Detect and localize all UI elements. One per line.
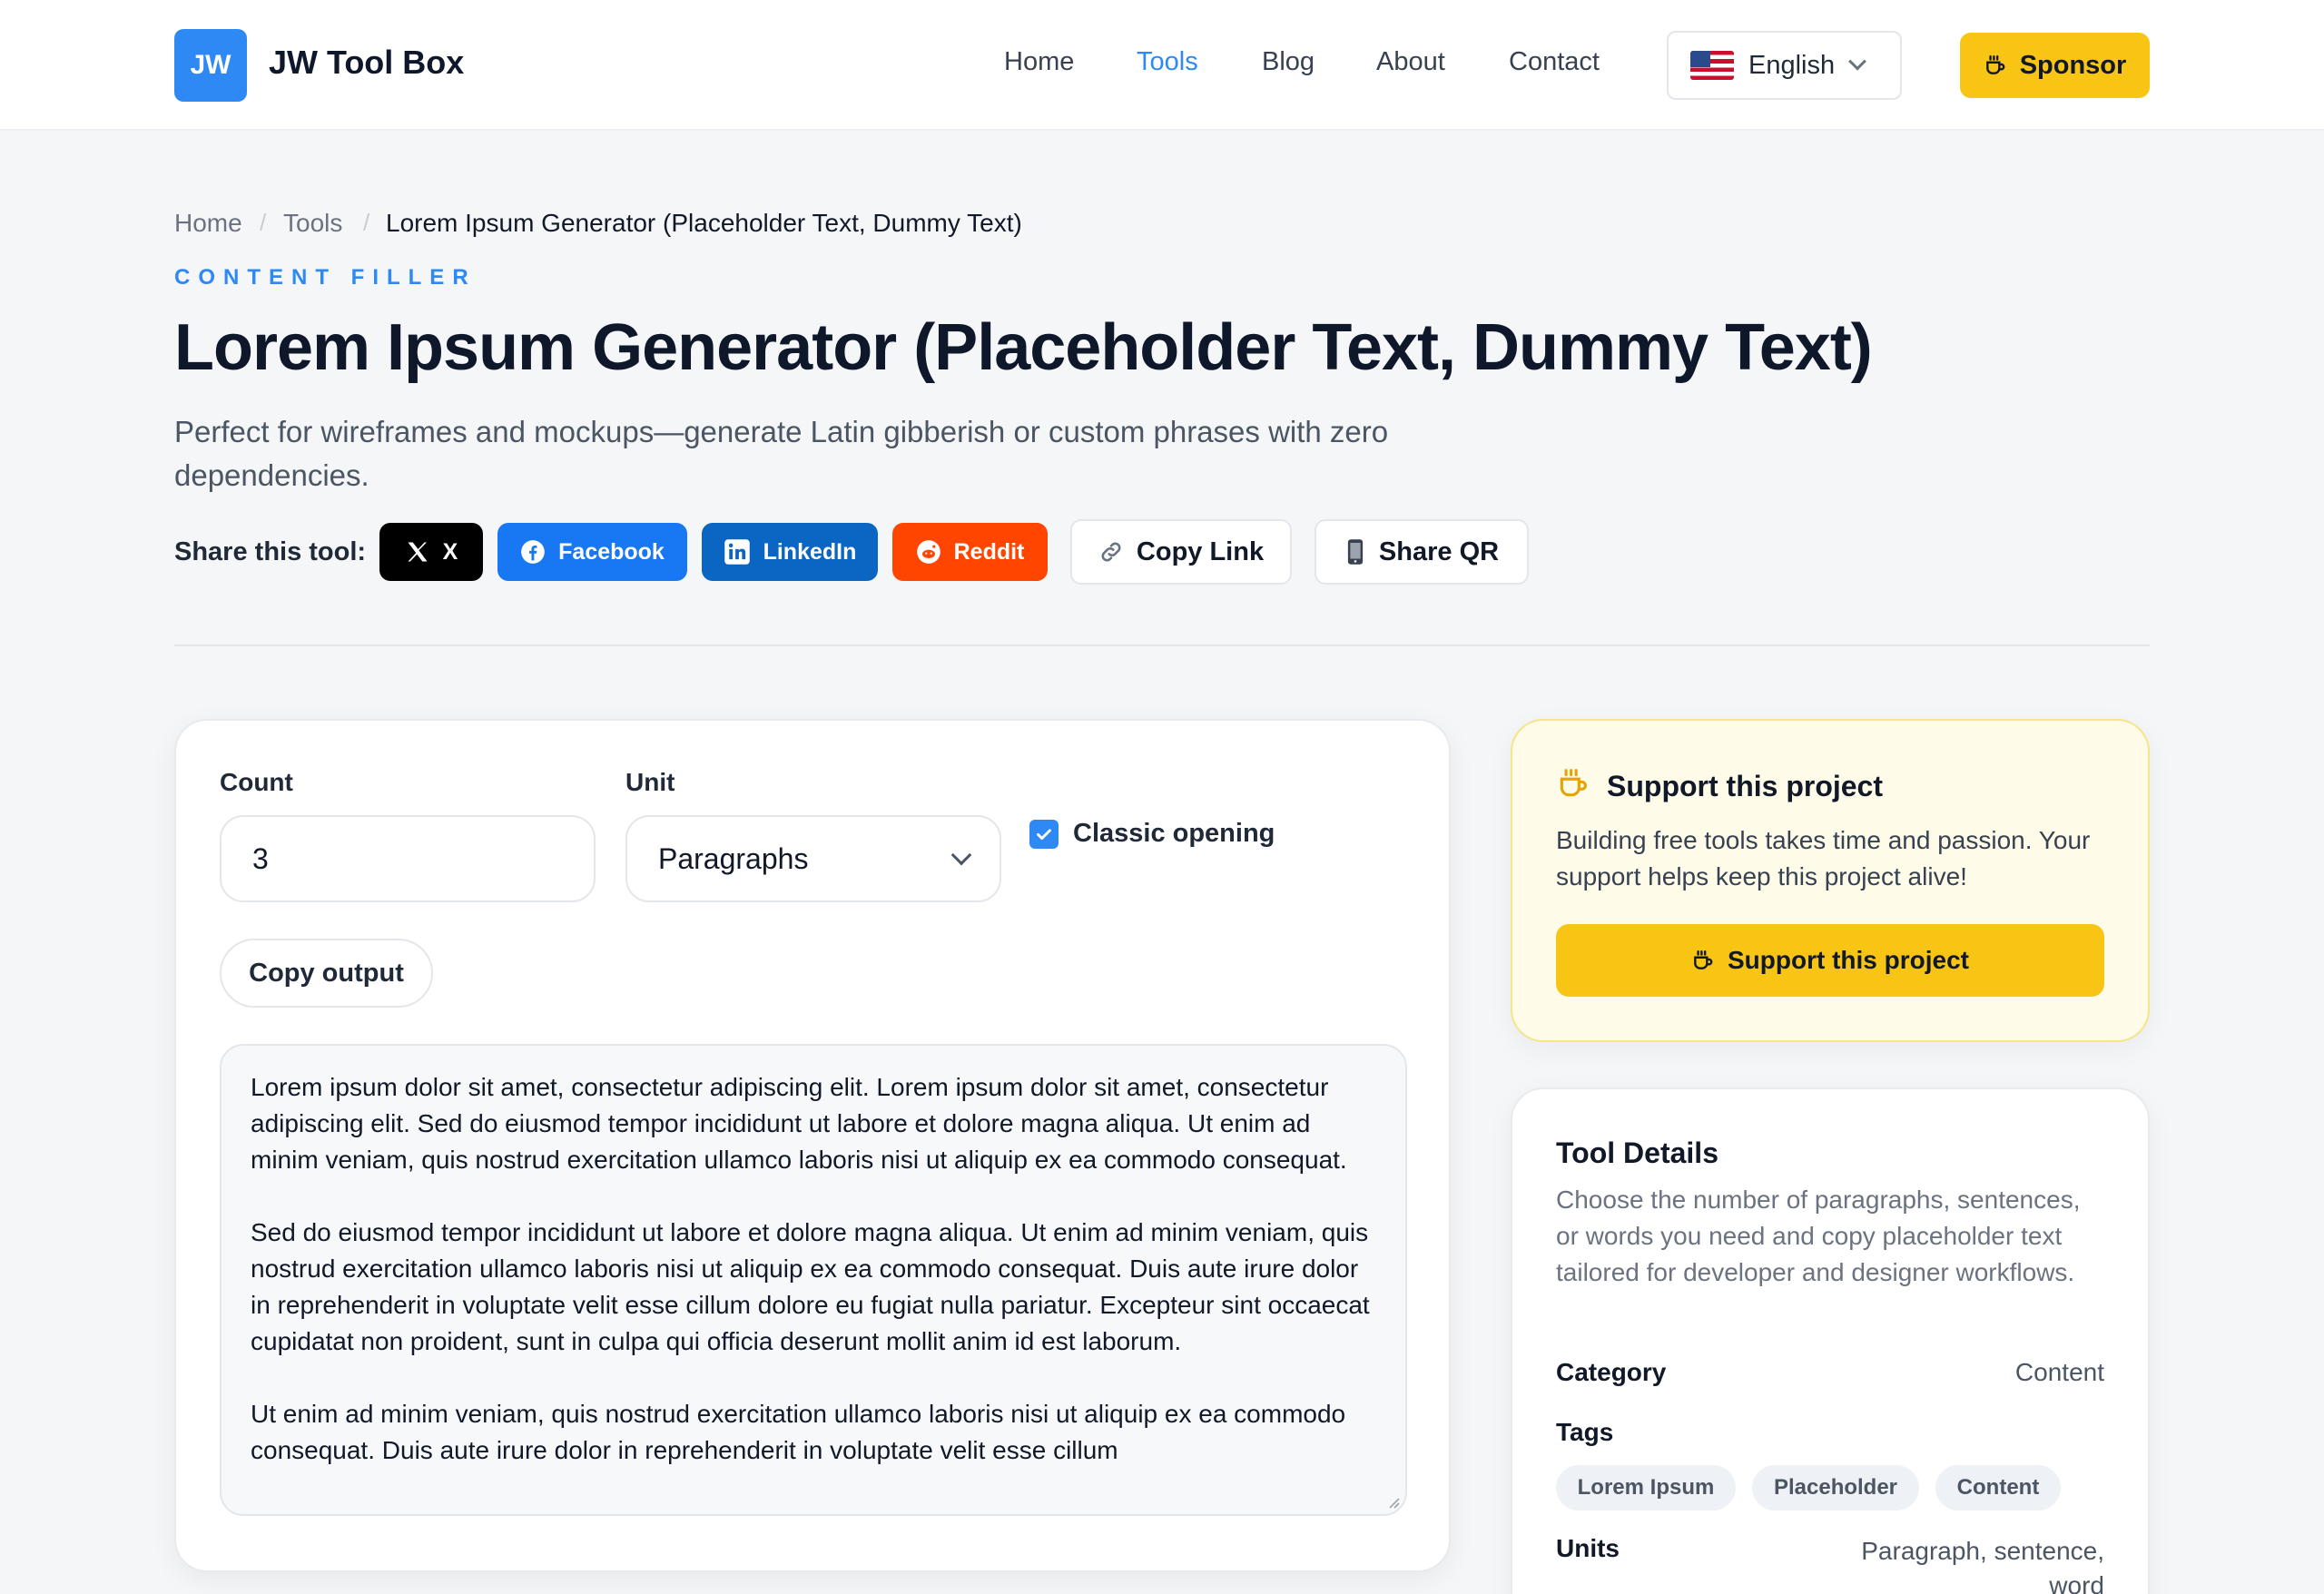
breadcrumb-tools[interactable]: Tools [283, 209, 342, 238]
chevron-down-icon [1848, 52, 1867, 71]
breadcrumb-home[interactable]: Home [174, 209, 242, 238]
breadcrumb-separator: / [260, 209, 267, 236]
top-nav-bar: JW JW Tool Box Home Tools Blog About Con… [0, 0, 2324, 131]
classic-opening-checkbox[interactable] [1029, 820, 1059, 849]
units-value: Paragraph, sentence, word [1861, 1537, 2104, 1594]
share-reddit-button[interactable]: Reddit [892, 523, 1048, 581]
unit-label: Unit [625, 768, 675, 796]
breadcrumb-current: Lorem Ipsum Generator (Placeholder Text,… [386, 209, 1022, 237]
x-logo-icon [405, 539, 430, 565]
checkmark-icon [1037, 829, 1051, 841]
share-linkedin-button[interactable]: LinkedIn [702, 523, 878, 581]
facebook-icon [520, 539, 546, 565]
language-selector[interactable]: English [1667, 31, 1902, 100]
share-x-label: X [442, 538, 458, 565]
tag-chip[interactable]: Placeholder [1752, 1465, 1919, 1510]
logo[interactable]: JW [174, 29, 247, 102]
tool-details-title: Tool Details [1556, 1136, 1718, 1169]
brand-name[interactable]: JW Tool Box [269, 44, 464, 82]
page-subtitle: Perfect for wireframes and mockups—gener… [174, 415, 1389, 492]
language-label: English [1748, 50, 1836, 80]
chevron-down-icon [950, 844, 972, 866]
copy-output-button[interactable]: Copy output [220, 939, 433, 1008]
classic-opening-label[interactable]: Classic opening [1073, 819, 1275, 849]
page-title: Lorem Ipsum Generator (Placeholder Text,… [174, 311, 1873, 384]
output-paragraph: Sed do eiusmod tempor incididunt ut labo… [251, 1218, 1370, 1355]
share-facebook-label: Facebook [558, 538, 665, 565]
unit-select[interactable]: Paragraphs [625, 815, 1001, 902]
us-flag-icon [1690, 51, 1734, 80]
coffee-cup-icon [1984, 54, 2007, 77]
unit-select-value: Paragraphs [658, 841, 809, 875]
units-key: Units [1556, 1534, 1620, 1562]
output-paragraph: Lorem ipsum dolor sit amet, consectetur … [251, 1073, 1347, 1174]
tags-key: Tags [1556, 1418, 1614, 1446]
nav-about[interactable]: About [1376, 47, 1445, 77]
category-value: Content [2014, 1358, 2104, 1386]
coffee-cup-icon [1691, 949, 1715, 972]
count-input[interactable]: 3 [220, 815, 596, 902]
breadcrumb-separator: / [363, 209, 370, 236]
nav-contact[interactable]: Contact [1509, 47, 1600, 77]
link-icon [1098, 539, 1124, 565]
count-label: Count [220, 768, 293, 796]
support-project-button[interactable]: Support this project [1556, 924, 2104, 997]
tag-chip[interactable]: Lorem Ipsum [1556, 1465, 1736, 1510]
share-qr-label: Share QR [1378, 536, 1500, 566]
tool-details-description: Choose the number of paragraphs, sentenc… [1556, 1186, 2081, 1286]
share-linkedin-label: LinkedIn [763, 538, 857, 565]
sponsor-button[interactable]: Sponsor [1960, 33, 2150, 98]
support-title: Support this project [1607, 770, 1883, 802]
output-paragraph: Ut enim ad minim veniam, quis nostrud ex… [251, 1400, 1346, 1464]
output-textarea[interactable]: Lorem ipsum dolor sit amet, consectetur … [220, 1044, 1407, 1516]
support-button-label: Support this project [1728, 946, 1969, 974]
share-facebook-button[interactable]: Facebook [497, 523, 687, 581]
nav-home[interactable]: Home [1004, 47, 1074, 77]
category-key: Category [1556, 1358, 1667, 1386]
share-label: Share this tool: [174, 537, 367, 566]
nav-tools[interactable]: Tools [1137, 47, 1198, 77]
copy-link-label: Copy Link [1136, 536, 1265, 566]
mobile-phone-icon [1344, 538, 1366, 566]
reddit-icon [916, 539, 941, 565]
sponsor-label: Sponsor [2019, 50, 2127, 80]
share-reddit-label: Reddit [953, 538, 1025, 565]
section-divider [174, 644, 2150, 646]
resize-handle-icon[interactable] [1387, 1496, 1400, 1509]
share-x-button[interactable]: X [379, 523, 483, 581]
category-eyebrow: CONTENT FILLER [174, 265, 477, 290]
linkedin-icon [724, 538, 751, 566]
tag-chip[interactable]: Content [1935, 1465, 2061, 1510]
share-qr-button[interactable]: Share QR [1315, 519, 1529, 585]
support-description: Building free tools takes time and passi… [1556, 826, 2091, 890]
coffee-cup-icon [1556, 766, 1590, 801]
copy-link-button[interactable]: Copy Link [1070, 519, 1292, 585]
nav-blog[interactable]: Blog [1262, 47, 1315, 77]
